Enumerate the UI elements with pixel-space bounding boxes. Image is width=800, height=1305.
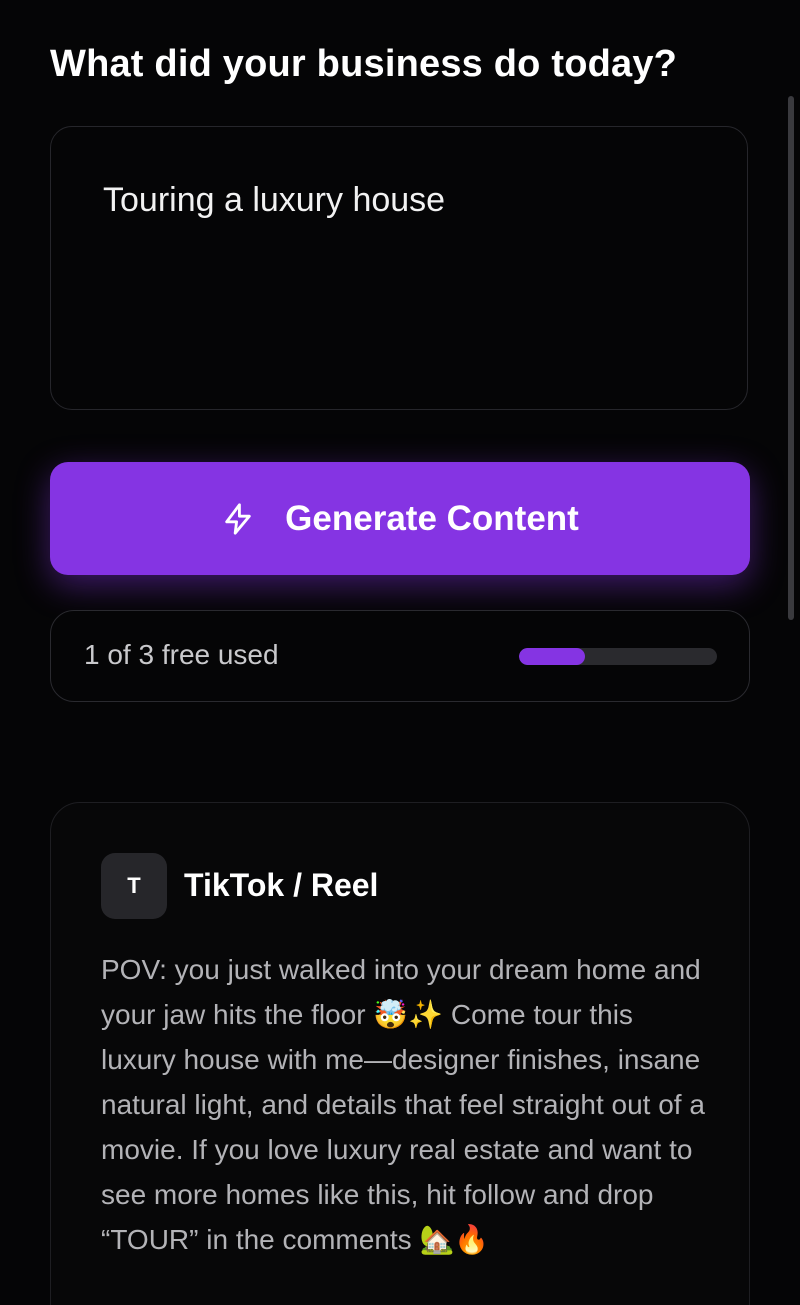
free-usage-meter: 1 of 3 free used [50,610,750,702]
usage-progress-bar [519,648,717,665]
platform-title: TikTok / Reel [184,867,379,903]
page-title: What did your business do today? [50,43,678,85]
platform-avatar: T [101,853,167,919]
page: What did your business do today? Touring… [0,0,800,1305]
usage-progress-fill [519,648,585,665]
scrollbar[interactable] [788,96,794,620]
generated-content-card: T TikTok / Reel POV: you just walked int… [50,802,750,1305]
generate-content-label: Generate Content [285,498,579,538]
lightning-bolt-icon [221,502,255,536]
free-usage-label: 1 of 3 free used [84,639,279,670]
business-activity-input-value: Touring a luxury house [103,181,446,219]
generate-content-button[interactable]: Generate Content [50,462,750,575]
business-activity-input[interactable]: Touring a luxury house [50,126,748,410]
generated-post-text: POV: you just walked into your dream hom… [101,954,705,1255]
